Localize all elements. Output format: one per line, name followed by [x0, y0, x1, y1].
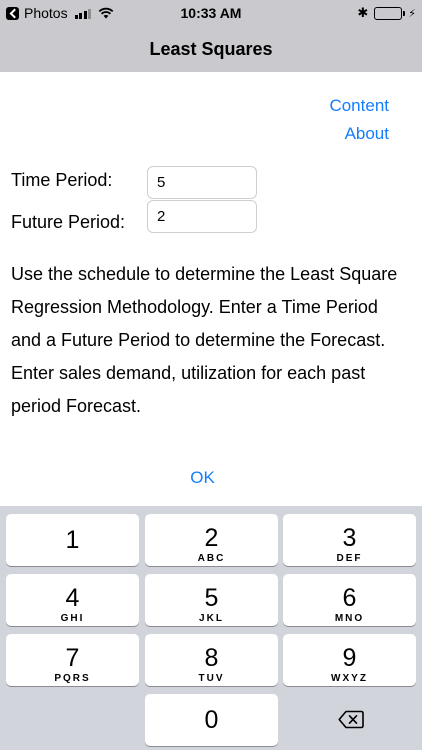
key-4[interactable]: 4 GHI [6, 574, 139, 626]
key-letters: ABC [197, 553, 226, 564]
status-right: ✱ ⚡ [357, 5, 416, 21]
key-letters: MNO [334, 613, 365, 624]
key-letters: TUV [198, 673, 225, 684]
key-3[interactable]: 3 DEF [283, 514, 416, 566]
key-digit: 1 [65, 526, 80, 554]
key-digit: 3 [342, 524, 357, 552]
key-letters: PQRS [54, 673, 91, 684]
charging-bolt-icon: ⚡ [408, 7, 416, 20]
ok-button[interactable]: OK [0, 468, 405, 488]
content-link[interactable]: Content [329, 96, 389, 116]
key-digit: 9 [342, 644, 357, 672]
numeric-keypad: 1 2 ABC 3 DEF 4 GHI 5 JKL 6 MNO 7 PQRS 8… [0, 506, 422, 750]
key-digit: 2 [204, 524, 219, 552]
time-period-label: Time Period: [11, 170, 113, 190]
battery-icon [374, 6, 406, 20]
key-7[interactable]: 7 PQRS [6, 634, 139, 686]
key-digit: 5 [204, 584, 219, 612]
about-link[interactable]: About [345, 124, 389, 144]
key-8[interactable]: 8 TUV [145, 634, 278, 686]
page-title: Least Squares [149, 38, 273, 59]
key-letters: WXYZ [331, 673, 368, 684]
future-period-input[interactable] [147, 200, 257, 233]
key-6[interactable]: 6 MNO [283, 574, 416, 626]
key-digit: 7 [65, 644, 80, 672]
key-5[interactable]: 5 JKL [145, 574, 278, 626]
key-letters: JKL [199, 613, 224, 624]
key-0[interactable]: 0 [145, 694, 278, 746]
key-letters: GHI [60, 613, 85, 624]
backspace-icon [338, 710, 364, 729]
instructions-text: Use the schedule to determine the Least … [11, 264, 398, 416]
key-letters: DEF [336, 553, 363, 564]
key-2[interactable]: 2 ABC [145, 514, 278, 566]
bluetooth-icon: ✱ [357, 5, 369, 20]
key-9[interactable]: 9 WXYZ [283, 634, 416, 686]
delete-key[interactable] [283, 694, 416, 746]
key-digit: 6 [342, 584, 357, 612]
key-digit: 8 [204, 644, 219, 672]
time-period-input[interactable] [147, 166, 257, 199]
key-digit: 4 [65, 584, 80, 612]
key-digit: 0 [204, 706, 219, 734]
future-period-label: Future Period: [11, 212, 126, 232]
key-blank [6, 694, 139, 746]
key-1[interactable]: 1 [6, 514, 139, 566]
status-bar: Photos 10:33 AM ✱ ⚡ [0, 0, 422, 26]
navigation-bar: Least Squares [0, 26, 422, 72]
